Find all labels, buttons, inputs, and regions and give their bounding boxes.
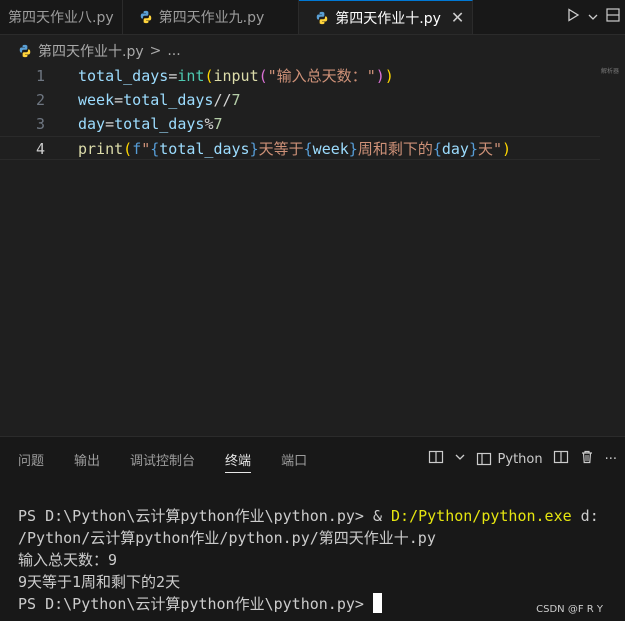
tab-label: 第四天作业九.py <box>158 10 265 26</box>
tab-homework-8[interactable]: 第四天作业八.py <box>0 0 123 34</box>
terminal-output[interactable]: PS D:\Python\云计算python作业\python.py> & D:… <box>18 505 599 615</box>
code-line[interactable]: 3 day=total_days%7 <box>0 112 600 136</box>
code-editor[interactable]: 1 total_days=int(input("输入总天数：")) 2 week… <box>0 64 625 434</box>
watermark: CSDN @F R Y <box>536 604 603 615</box>
terminal-prompt: PS D:\Python\云计算python作业\python.py> <box>18 595 373 613</box>
chevron-down-icon[interactable] <box>587 8 599 27</box>
split-terminal-icon[interactable] <box>553 449 569 469</box>
breadcrumb-separator: > <box>149 43 162 59</box>
python-file-icon <box>315 11 329 25</box>
terminal-line: /Python/云计算python作业/python.py/第四天作业十.py <box>18 529 436 547</box>
code-line-current[interactable]: 4 print(f"{total_days}天等于{week}周和剩下的{day… <box>0 136 600 160</box>
terminal-arg: d: <box>571 507 599 525</box>
terminal-cursor <box>372 593 382 613</box>
terminal-prompt: PS D:\Python\云计算python作业\python.py> & <box>18 507 392 525</box>
python-file-icon <box>18 44 32 58</box>
line-number: 4 <box>35 140 45 158</box>
code-text: week=total_days//7 <box>78 91 241 109</box>
line-number: 1 <box>35 67 45 85</box>
more-actions-icon[interactable]: ··· <box>605 452 617 467</box>
minimap[interactable]: 解析器 <box>601 66 619 75</box>
tab-debug-console[interactable]: 调试控制台 <box>130 437 195 481</box>
panel-actions: Python ··· <box>428 437 617 481</box>
tab-problems[interactable]: 问题 <box>18 437 44 481</box>
new-terminal-split-icon[interactable] <box>428 449 444 469</box>
code-line[interactable]: 2 week=total_days//7 <box>0 88 600 112</box>
terminal-line: 9天等于1周和剩下的2天 <box>18 573 181 591</box>
tab-actions <box>565 0 625 34</box>
chevron-down-icon[interactable] <box>454 451 466 467</box>
tab-terminal[interactable]: 终端 <box>225 437 252 481</box>
breadcrumb-file[interactable]: 第四天作业十.py <box>38 41 144 61</box>
code-line[interactable]: 1 total_days=int(input("输入总天数：")) <box>0 64 600 88</box>
breadcrumb: 第四天作业十.py > ... <box>0 40 181 62</box>
tab-output[interactable]: 输出 <box>74 437 100 481</box>
editor-tab-bar: 第四天作业八.py 第四天作业九.py 第四天作业十.py ✕ <box>0 0 625 35</box>
tab-label: 第四天作业十.py <box>335 10 441 27</box>
tab-homework-9[interactable]: 第四天作业九.py <box>123 0 300 34</box>
code-text: day=total_days%7 <box>78 115 223 133</box>
terminal-name: Python <box>497 451 543 467</box>
python-file-icon <box>139 10 153 24</box>
terminal-selector[interactable]: Python <box>476 451 543 467</box>
code-text: print(f"{total_days}天等于{week}周和剩下的{day}天… <box>78 140 512 158</box>
terminal-layout-icon <box>476 452 491 466</box>
breadcrumb-more[interactable]: ... <box>167 43 180 59</box>
close-icon[interactable]: ✕ <box>451 8 464 27</box>
terminal-line: 输入总天数：9 <box>18 551 118 569</box>
terminal-exe-path: D:/Python/python.exe <box>391 507 572 525</box>
code-text: total_days=int(input("输入总天数：")) <box>78 67 394 85</box>
run-icon[interactable] <box>565 7 581 27</box>
line-number: 2 <box>35 91 45 109</box>
split-editor-icon[interactable] <box>605 7 621 27</box>
bottom-panel: 问题 输出 调试控制台 终端 端口 Python ··· PS D:\Pytho… <box>0 436 625 621</box>
line-number: 3 <box>35 115 45 133</box>
tab-ports[interactable]: 端口 <box>281 437 307 481</box>
tab-homework-10[interactable]: 第四天作业十.py ✕ <box>299 0 474 34</box>
tab-label: 第四天作业八.py <box>8 10 114 26</box>
trash-icon[interactable] <box>579 449 595 469</box>
